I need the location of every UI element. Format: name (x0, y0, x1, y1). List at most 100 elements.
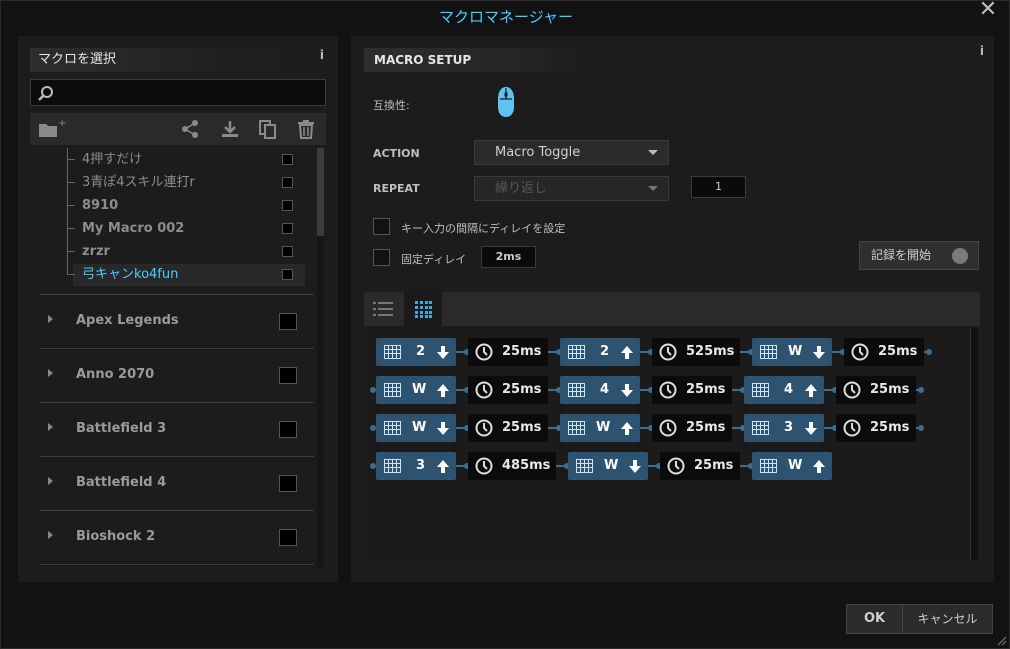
checkbox[interactable] (282, 246, 293, 257)
repeat-select[interactable]: 繰り返し (474, 176, 669, 201)
repeat-count-field[interactable]: 1 (691, 176, 746, 198)
action-select[interactable]: Macro Toggle (474, 140, 669, 165)
list-item-selected[interactable]: 弓キャンko4fun (30, 263, 314, 286)
download-icon[interactable] (220, 119, 240, 139)
scrollbar-thumb[interactable] (317, 148, 324, 236)
list-scrollbar[interactable] (317, 148, 324, 568)
tab-grid-view[interactable] (404, 292, 442, 326)
cancel-button[interactable]: キャンセル (902, 604, 993, 634)
arrow-down-icon (437, 422, 449, 435)
expand-arrow-icon[interactable] (48, 315, 53, 323)
delay-block[interactable]: 25ms (836, 376, 916, 404)
ok-button[interactable]: OK (846, 604, 903, 634)
game-group[interactable]: Anno 2070 (40, 348, 314, 402)
expand-arrow-icon[interactable] (48, 477, 53, 485)
key-block[interactable]: 3 (744, 414, 824, 442)
connector (456, 425, 470, 431)
checkbox[interactable] (279, 313, 297, 330)
list-item[interactable]: 3青ぽ4スキル連打r (30, 171, 314, 194)
expand-arrow-icon[interactable] (48, 423, 53, 431)
checkbox[interactable] (282, 269, 293, 280)
list-item[interactable]: zrzr (30, 240, 314, 263)
info-icon[interactable]: i (980, 44, 984, 58)
delay-block[interactable]: 525ms (652, 338, 740, 366)
connector (548, 349, 562, 355)
expand-arrow-icon[interactable] (48, 531, 53, 539)
delay-block[interactable]: 25ms (836, 414, 916, 442)
checkbox[interactable] (279, 421, 297, 438)
arrow-up-icon (437, 460, 449, 473)
connector-dot (370, 387, 376, 393)
checkbox[interactable] (279, 529, 297, 546)
key-label: W (788, 458, 803, 473)
fixed-delay-label: 固定ディレイ (401, 253, 467, 266)
delay-block[interactable]: 25ms (844, 338, 924, 366)
checkbox[interactable] (282, 223, 293, 234)
fixed-delay-checkbox[interactable] (373, 249, 390, 266)
list-item[interactable]: 8910 (30, 194, 314, 217)
key-block[interactable]: 2 (376, 338, 456, 366)
copy-icon[interactable] (258, 119, 278, 139)
checkbox[interactable] (282, 177, 293, 188)
connector (916, 425, 924, 431)
delay-block[interactable]: 25ms (468, 376, 548, 404)
connector (732, 425, 746, 431)
record-button[interactable]: 記録を開始 (859, 241, 979, 270)
connector (740, 349, 754, 355)
key-block[interactable]: 3 (376, 452, 456, 480)
delay-block[interactable]: 25ms (468, 414, 548, 442)
clock-icon (475, 419, 493, 437)
checkbox[interactable] (279, 367, 297, 384)
repeat-label: REPEAT (373, 182, 420, 195)
trash-icon[interactable] (296, 119, 316, 139)
game-group[interactable]: Battlefield 4 (40, 456, 314, 510)
connector-dot (370, 463, 376, 469)
key-block[interactable]: W (376, 414, 456, 442)
macro-list: 4押すだけ 3青ぽ4スキル連打r 8910 My Macro 002 zrzr … (30, 148, 314, 568)
expand-arrow-icon[interactable] (48, 369, 53, 377)
key-block[interactable]: W (568, 452, 648, 480)
keyboard-icon (568, 421, 585, 435)
folder-add-icon[interactable]: + (38, 119, 66, 139)
delay-block[interactable]: 25ms (660, 452, 740, 480)
key-block[interactable]: 4 (744, 376, 824, 404)
key-block[interactable]: W (752, 452, 832, 480)
key-block[interactable]: W (376, 376, 456, 404)
search-input[interactable] (30, 79, 326, 106)
delay-checkbox[interactable] (373, 218, 390, 235)
delay-block[interactable]: 485ms (468, 452, 556, 480)
checkbox[interactable] (282, 154, 293, 165)
info-icon[interactable]: i (320, 48, 324, 62)
key-label: W (604, 458, 619, 473)
list-item[interactable]: 4押すだけ (30, 148, 314, 171)
game-group[interactable]: Battlefield 3 (40, 402, 314, 456)
resize-grip-icon[interactable] (995, 634, 1007, 646)
list-item[interactable]: My Macro 002 (30, 217, 314, 240)
arrow-up-icon (621, 346, 633, 359)
key-block[interactable]: W (560, 414, 640, 442)
connector (648, 463, 662, 469)
macro-label: 8910 (82, 198, 119, 213)
checkbox[interactable] (279, 475, 297, 492)
delay-block[interactable]: 25ms (652, 414, 732, 442)
delay-block[interactable]: 25ms (468, 338, 548, 366)
fixed-delay-field[interactable]: 2ms (481, 246, 536, 268)
key-block[interactable]: W (752, 338, 832, 366)
delay-block[interactable]: 25ms (652, 376, 732, 404)
checkbox[interactable] (282, 200, 293, 211)
tab-list-view[interactable] (364, 292, 402, 326)
delay-label: 25ms (502, 344, 542, 359)
keyboard-icon (384, 345, 401, 359)
delay-checkbox-label: キー入力の間隔にディレイを設定 (401, 222, 566, 235)
key-label: 2 (600, 344, 610, 359)
key-block[interactable]: 4 (560, 376, 640, 404)
clock-icon (667, 457, 685, 475)
clock-icon (659, 343, 677, 361)
share-icon[interactable] (180, 119, 200, 139)
game-group[interactable]: Apex Legends (40, 294, 314, 348)
key-block[interactable]: 2 (560, 338, 640, 366)
sequence-scrollbar[interactable] (970, 328, 978, 560)
game-group[interactable]: Bioshock 2 (40, 510, 314, 564)
close-icon[interactable]: ✕ (977, 0, 999, 23)
clock-icon (659, 381, 677, 399)
